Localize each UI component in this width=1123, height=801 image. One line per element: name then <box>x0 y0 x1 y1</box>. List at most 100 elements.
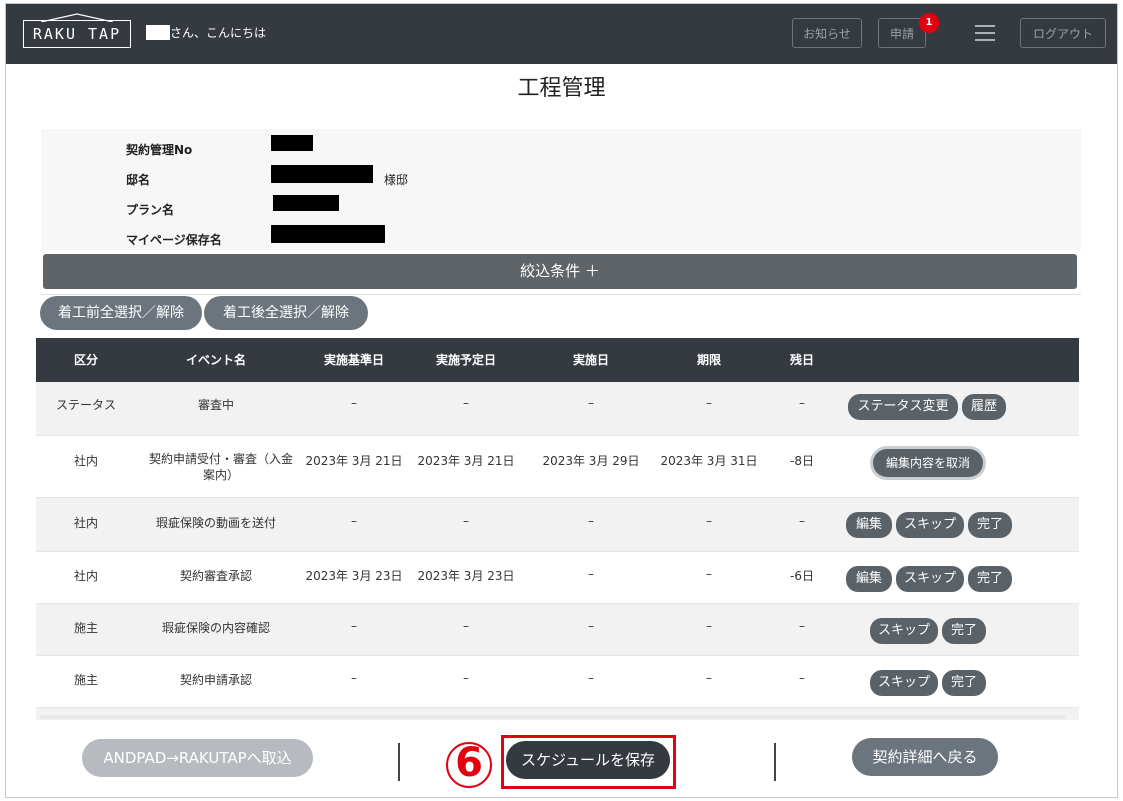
row-category: 社内 <box>73 454 98 468</box>
raku-tap-logo[interactable]: RAKU TAP <box>23 20 131 48</box>
row-base-date: – <box>351 671 357 685</box>
table-row: 社内 契約審査承認 2023年 3月 23日 2023年 3月 23日 – – … <box>36 552 1079 604</box>
row-remaining: -8日 <box>790 454 814 468</box>
row-event: 瑕疵保険の内容確認 <box>161 621 270 635</box>
select-before-start-button[interactable]: 着工前全選択／解除 <box>40 296 202 330</box>
column-header-deadline: 期限 <box>696 353 721 367</box>
complete-button[interactable]: 完了 <box>942 670 986 696</box>
column-header-done-date: 実施日 <box>572 353 609 367</box>
row-planned-date: 2023年 3月 21日 <box>417 454 515 468</box>
row-remaining: – <box>799 514 805 528</box>
row-category: 施主 <box>73 673 98 687</box>
row-base-date: – <box>351 514 357 528</box>
row-category: ステータス <box>55 398 116 412</box>
row-event: 契約申請承認 <box>179 673 252 687</box>
status-change-button[interactable]: ステータス変更 <box>848 394 958 420</box>
house-name-redacted <box>271 165 373 183</box>
row-remaining: – <box>799 396 805 410</box>
row-category: 施主 <box>73 621 98 635</box>
hamburger-menu-icon[interactable] <box>975 25 995 41</box>
complete-button[interactable]: 完了 <box>968 512 1012 538</box>
complete-button[interactable]: 完了 <box>968 566 1012 592</box>
greeting-text: さん、こんにちは <box>170 26 267 40</box>
column-header-base-date: 実施基準日 <box>323 353 384 367</box>
row-deadline: 2023年 3月 31日 <box>660 454 758 468</box>
table-horizontal-scrollbar[interactable] <box>40 715 1066 719</box>
column-header-category: 区分 <box>73 353 98 367</box>
andpad-import-button[interactable]: ANDPAD→RAKUTAPへ取込 <box>82 739 313 777</box>
row-deadline: – <box>706 396 712 410</box>
plan-name-label: プラン名 <box>126 203 175 217</box>
notice-button[interactable]: お知らせ <box>792 18 862 48</box>
row-done-date: – <box>588 567 594 581</box>
page-title: 工程管理 <box>517 76 606 101</box>
app-window: RAKU TAP さん、こんにちは お知らせ 申請 1 ログアウト 工程管理 契… <box>5 3 1118 798</box>
row-planned-date: – <box>463 514 469 528</box>
row-done-date: – <box>588 619 594 633</box>
contract-no-redacted <box>271 135 313 151</box>
table-row: 社内 契約申請受付・審査（入金案内） 2023年 3月 21日 2023年 3月… <box>36 436 1079 498</box>
row-base-date: – <box>351 619 357 633</box>
row-event: 審査中 <box>197 398 234 412</box>
row-category: 社内 <box>73 569 98 583</box>
row-category: 社内 <box>73 516 98 530</box>
house-name-label: 邸名 <box>126 173 151 187</box>
contract-no-label: 契約管理No <box>126 143 193 157</box>
user-name-redacted <box>146 25 170 40</box>
table-row: 施主 契約申請承認 – – – – – スキップ 完了 <box>36 656 1079 708</box>
row-done-date: – <box>588 671 594 685</box>
footer-divider-right <box>774 743 776 781</box>
row-remaining: – <box>799 619 805 633</box>
table-row: 社内 瑕疵保険の動画を送付 – – – – – 編集 スキップ 完了 <box>36 498 1079 552</box>
row-done-date: – <box>588 396 594 410</box>
top-navbar: RAKU TAP さん、こんにちは お知らせ 申請 1 ログアウト <box>6 4 1117 64</box>
row-event: 契約審査承認 <box>179 569 252 583</box>
row-planned-date: – <box>463 671 469 685</box>
skip-button[interactable]: スキップ <box>896 566 964 592</box>
row-event: 瑕疵保険の動画を送付 <box>155 516 276 530</box>
divider <box>41 294 1081 295</box>
back-to-contract-button[interactable]: 契約詳細へ戻る <box>852 738 998 776</box>
row-planned-date: 2023年 3月 23日 <box>417 569 515 583</box>
history-button[interactable]: 履歴 <box>962 394 1006 420</box>
row-done-date: – <box>588 514 594 528</box>
row-base-date: 2023年 3月 21日 <box>305 454 403 468</box>
row-planned-date: – <box>463 396 469 410</box>
save-schedule-button[interactable]: スケジュールを保存 <box>506 741 670 779</box>
select-after-start-button[interactable]: 着工後全選択／解除 <box>204 296 368 330</box>
edit-button[interactable]: 編集 <box>846 512 892 538</box>
row-deadline: – <box>706 567 712 581</box>
column-header-planned-date: 実施予定日 <box>435 353 496 367</box>
table-row: 施主 瑕疵保険の内容確認 – – – – – スキップ 完了 <box>36 604 1079 656</box>
table-header: 区分 イベント名 実施基準日 実施予定日 実施日 期限 残日 <box>36 338 1079 382</box>
column-header-remaining: 残日 <box>789 353 814 367</box>
filter-toggle-bar[interactable]: 絞込条件 ＋ <box>43 254 1077 289</box>
row-deadline: – <box>706 619 712 633</box>
skip-button[interactable]: スキップ <box>870 670 938 696</box>
contract-info-panel: 契約管理No 邸名 様邸 プラン名 マイページ保存名 <box>41 129 1081 251</box>
row-done-date: 2023年 3月 29日 <box>542 454 640 468</box>
row-event: 契約申請受付・審査（入金案内） <box>148 452 293 482</box>
logout-button[interactable]: ログアウト <box>1020 18 1106 48</box>
plan-name-redacted <box>273 195 339 211</box>
schedule-table: 区分 イベント名 実施基準日 実施予定日 実施日 期限 残日 ステータス 審査中… <box>36 338 1079 720</box>
row-base-date: – <box>351 396 357 410</box>
complete-button[interactable]: 完了 <box>942 618 986 644</box>
row-remaining: – <box>799 671 805 685</box>
skip-button[interactable]: スキップ <box>870 618 938 644</box>
row-deadline: – <box>706 671 712 685</box>
footer-divider-left <box>398 743 400 781</box>
cancel-edit-button[interactable]: 編集内容を取消 <box>873 449 983 477</box>
row-deadline: – <box>706 514 712 528</box>
row-remaining: -6日 <box>790 569 814 583</box>
row-base-date: 2023年 3月 23日 <box>305 569 403 583</box>
house-suffix: 様邸 <box>384 173 409 187</box>
step-number: 6 <box>455 740 483 786</box>
mypage-name-redacted <box>271 225 385 243</box>
table-row: ステータス 審査中 – – – – – ステータス変更 履歴 <box>36 382 1079 436</box>
skip-button[interactable]: スキップ <box>896 512 964 538</box>
row-planned-date: – <box>463 619 469 633</box>
edit-button[interactable]: 編集 <box>846 566 892 592</box>
apply-count-badge: 1 <box>919 13 939 33</box>
column-header-event: イベント名 <box>185 353 246 367</box>
